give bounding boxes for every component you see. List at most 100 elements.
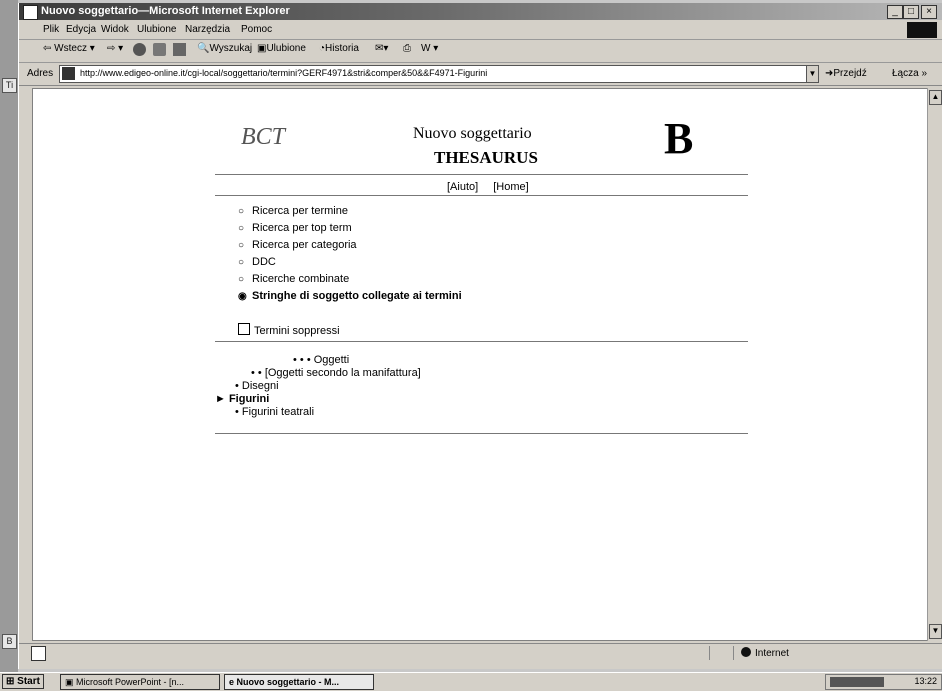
go-button[interactable]: ➜Przejdź: [825, 68, 867, 79]
bct-logo: BCT: [241, 124, 286, 150]
start-label: Start: [17, 676, 40, 687]
radio-label: Ricerca per categoria: [252, 239, 357, 251]
page-subtitle: THESAURUS: [434, 148, 538, 167]
tray-icons[interactable]: [830, 677, 884, 687]
print-button[interactable]: ⎙: [403, 43, 411, 54]
radio-icon: ○: [238, 206, 245, 217]
mail-button[interactable]: ✉▾: [375, 43, 388, 54]
page-status-icon: [31, 646, 46, 661]
history-label: Historia: [325, 43, 359, 54]
menu-plik[interactable]: Plik: [43, 24, 59, 35]
radio-label: Ricerche combinate: [252, 273, 350, 285]
system-tray: 13:22: [825, 674, 942, 690]
header-divider: [215, 174, 748, 175]
stop-icon: [133, 43, 146, 56]
security-zone: Internet: [741, 647, 789, 659]
desktop-icon-b[interactable]: B: [2, 634, 17, 649]
status-separator: [733, 646, 734, 660]
footer-divider: [215, 433, 748, 434]
word-button[interactable]: W ▾: [421, 43, 438, 54]
tree-item-oggetti[interactable]: • • • Oggetti: [293, 354, 463, 367]
taskbar: ⊞ Start ▣ Microsoft PowerPoint - [n... e…: [0, 672, 942, 691]
ie-icon: [23, 5, 38, 20]
radio-stringhe-soggetto[interactable]: ◉ Stringhe di soggetto collegate ai termi…: [238, 290, 462, 307]
checkbox-icon: [238, 323, 250, 335]
scroll-up-icon[interactable]: ▲: [929, 90, 942, 105]
links-label: Łącza: [892, 68, 919, 79]
refresh-icon: [153, 43, 166, 56]
status-bar: Internet: [19, 643, 942, 662]
start-button[interactable]: ⊞ Start: [2, 674, 44, 689]
task-label: Microsoft PowerPoint - [n...: [76, 677, 185, 687]
favorites-button[interactable]: ▣Ulubione: [257, 43, 306, 54]
task-powerpoint[interactable]: ▣ Microsoft PowerPoint - [n...: [60, 674, 220, 690]
page-icon: [62, 67, 75, 80]
forward-button[interactable]: ⇨ ▾: [107, 43, 123, 54]
help-link[interactable]: [Aiuto]: [447, 181, 478, 193]
vertical-scrollbar[interactable]: ▲ ▼: [927, 88, 942, 641]
home-link[interactable]: [Home]: [493, 181, 528, 193]
radio-selected-icon: ◉: [238, 291, 247, 302]
menu-edycja[interactable]: Edycja: [66, 24, 96, 35]
close-icon[interactable]: ×: [921, 5, 937, 19]
tree-item-oggetti-manifattura[interactable]: • • [Oggetti secondo la manifattura]: [251, 367, 421, 380]
radio-icon: ○: [238, 223, 245, 234]
scroll-down-icon[interactable]: ▼: [929, 624, 942, 639]
radio-label: Ricerca per top term: [252, 222, 352, 234]
tree-item-figurini-current: ► Figurini: [215, 393, 270, 405]
b-logo: B: [664, 114, 694, 163]
menu-narzedzia[interactable]: Narzędzia: [185, 24, 230, 35]
address-url: http://www.edigeo-online.it/cgi-local/so…: [80, 68, 488, 78]
maximize-icon[interactable]: □: [903, 5, 919, 19]
desktop-background: Ti B: [0, 0, 18, 672]
address-bar: Adres http://www.edigeo-online.it/cgi-lo…: [19, 63, 942, 86]
tree-item-disegni[interactable]: • Disegni: [235, 380, 405, 393]
menu-pomoc[interactable]: Pomoc: [241, 24, 272, 35]
history-button[interactable]: ◔Historia: [319, 43, 359, 54]
radio-ricerche-combinate[interactable]: ○ Ricerche combinate: [238, 273, 462, 290]
title-bar[interactable]: Nuovo soggettario—Microsoft Internet Exp…: [19, 3, 942, 20]
address-dropdown-icon[interactable]: ▼: [806, 65, 819, 83]
stop-button[interactable]: [133, 43, 146, 56]
home-icon: [173, 43, 186, 56]
radio-label: Stringhe di soggetto collegate ai termin…: [252, 290, 462, 302]
page-content: BCT Nuovo soggettario THESAURUS B [Aiuto…: [32, 88, 929, 641]
favorites-label: Ulubione: [266, 43, 306, 54]
radio-ricerca-categoria[interactable]: ○ Ricerca per categoria: [238, 239, 462, 256]
status-separator: [709, 646, 710, 660]
refresh-button[interactable]: [153, 43, 166, 56]
radio-icon: ○: [238, 240, 245, 251]
browser-window: Nuovo soggettario—Microsoft Internet Exp…: [18, 3, 942, 669]
radio-label: DDC: [252, 256, 276, 268]
radio-icon: ○: [238, 274, 245, 285]
address-input[interactable]: http://www.edigeo-online.it/cgi-local/so…: [59, 65, 818, 83]
radio-ricerca-top-term[interactable]: ○ Ricerca per top term: [238, 222, 462, 239]
menu-widok[interactable]: Widok: [101, 24, 129, 35]
menu-ulubione[interactable]: Ulubione: [137, 24, 176, 35]
tree-item-figurini-teatrali[interactable]: • Figurini teatrali: [235, 406, 405, 419]
nav-links: [Aiuto] [Home]: [447, 181, 541, 193]
radio-label: Ricerca per termine: [252, 205, 348, 217]
go-label: Przejdź: [833, 68, 867, 79]
clock: 13:22: [914, 676, 937, 686]
minimize-icon[interactable]: _: [887, 5, 903, 19]
radio-ddc[interactable]: ○ DDC: [238, 256, 462, 273]
task-label: Nuovo soggettario - M...: [236, 677, 340, 687]
nav-divider: [215, 195, 748, 196]
options-divider: [215, 341, 748, 342]
desktop-icon-ti[interactable]: Ti: [2, 78, 17, 93]
task-nuovo-soggettario[interactable]: e Nuovo soggettario - M...: [224, 674, 374, 690]
links-button[interactable]: Łącza »: [892, 68, 927, 79]
menu-bar: Plik Edycja Widok Ulubione Narzędzia Pom…: [19, 21, 942, 40]
search-label: Wyszukaj: [209, 43, 253, 54]
home-button[interactable]: [173, 43, 186, 56]
window-title: Nuovo soggettario—Microsoft Internet Exp…: [41, 5, 290, 17]
back-label: Wstecz: [54, 43, 87, 54]
radio-ricerca-termine[interactable]: ○ Ricerca per termine: [238, 205, 462, 222]
term-hierarchy: • • • Oggetti • • [Oggetti secondo la ma…: [215, 354, 421, 419]
search-button[interactable]: 🔍Wyszukaj: [197, 43, 252, 54]
address-label: Adres: [27, 68, 54, 79]
termini-soppressi-checkbox[interactable]: Termini soppressi: [238, 323, 340, 337]
radio-icon: ○: [238, 257, 245, 268]
back-button[interactable]: ⇦ Wstecz ▾: [43, 43, 95, 54]
